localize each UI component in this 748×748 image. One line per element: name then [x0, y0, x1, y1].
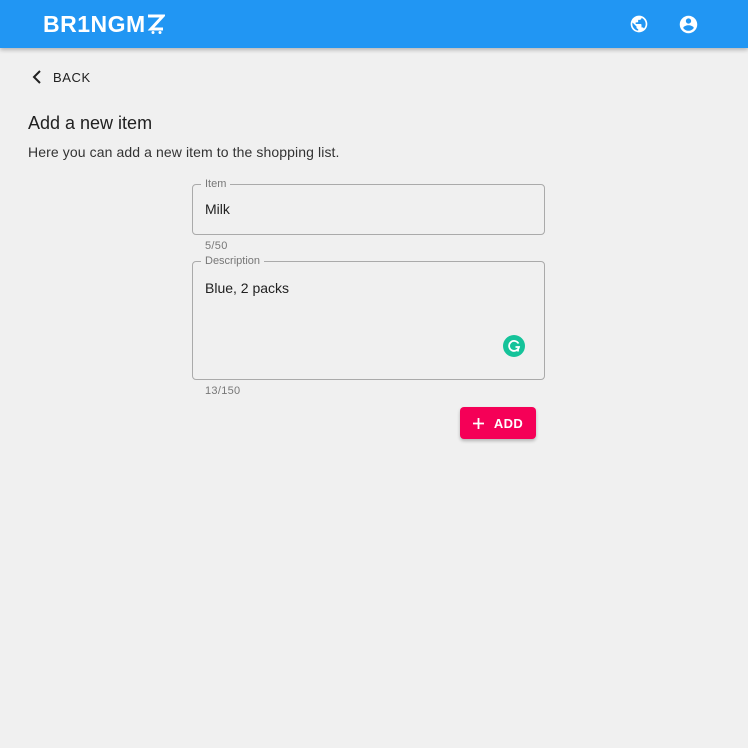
language-button[interactable] — [628, 13, 650, 35]
chevron-left-icon — [32, 70, 41, 84]
page-description: Here you can add a new item to the shopp… — [28, 144, 340, 160]
description-field[interactable]: Description Blue, 2 packs — [192, 255, 545, 380]
description-char-counter: 13/150 — [205, 385, 241, 397]
description-textarea[interactable]: Blue, 2 packs — [205, 278, 495, 368]
plus-icon — [472, 417, 484, 429]
add-button-label: ADD — [493, 415, 524, 431]
logo-text: BR1NGM — [43, 11, 146, 37]
grammarly-icon — [508, 340, 521, 352]
account-button[interactable] — [677, 13, 699, 35]
app-logo[interactable]: BR1NGM — [43, 11, 165, 37]
page-title: Add a new item — [28, 113, 153, 133]
app-bar: BR1NGM — [0, 0, 748, 48]
grammarly-button[interactable] — [503, 335, 525, 357]
item-input[interactable] — [205, 201, 525, 217]
add-item-button[interactable]: ADD — [460, 407, 536, 439]
description-field-label: Description — [201, 255, 265, 267]
cart-z-icon — [147, 14, 165, 34]
item-char-counter: 5/50 — [205, 240, 228, 252]
back-label: BACK — [53, 69, 91, 85]
account-circle-icon — [679, 15, 697, 33]
item-field[interactable]: Item — [192, 178, 545, 235]
back-button[interactable]: BACK — [32, 66, 91, 88]
globe-icon — [630, 15, 648, 33]
item-field-label: Item — [201, 178, 231, 190]
